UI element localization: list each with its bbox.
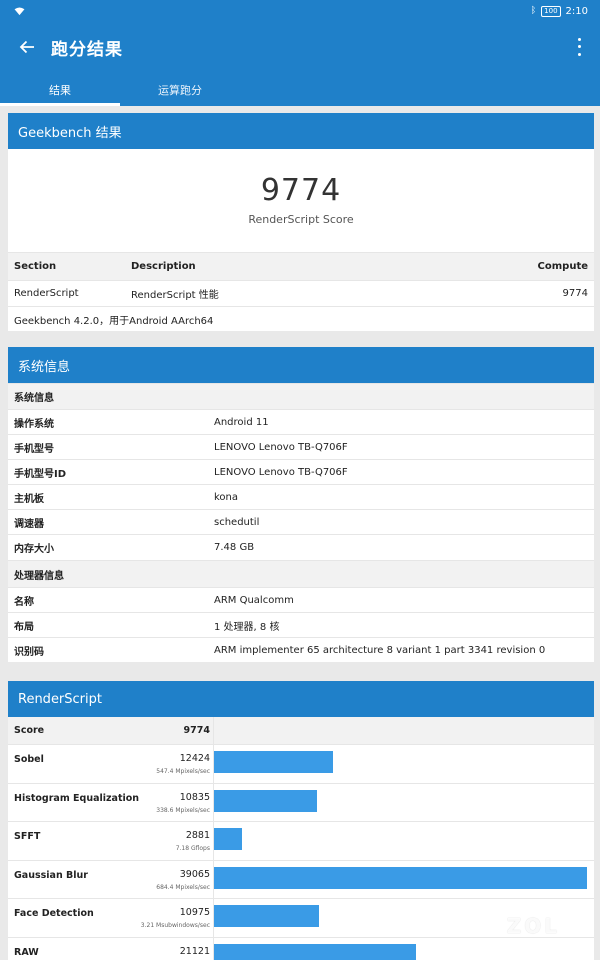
clock: 2:10 bbox=[565, 5, 588, 17]
benchmark-name: Gaussian Blur bbox=[14, 869, 88, 881]
status-bar: ᛒ 100 2:10 bbox=[0, 0, 600, 22]
benchmark-name: Sobel bbox=[14, 754, 44, 765]
app-bar: ᛒ 100 2:10 跑分结果 结果 运算跑分 bbox=[0, 0, 600, 106]
info-row-memory: 内存大小 7.48 GB bbox=[8, 534, 594, 560]
score-bar bbox=[214, 789, 317, 812]
geekbench-results-card: Geekbench 结果 9774 RenderScript Score Sec… bbox=[8, 113, 594, 331]
tab-bar: 结果 运算跑分 bbox=[0, 72, 600, 106]
benchmark-row[interactable]: Gaussian Blur 39065 684.4 Mpixels/sec bbox=[8, 859, 594, 898]
benchmark-row[interactable]: Histogram Equalization 10835 338.6 Mpixels… bbox=[8, 782, 594, 821]
info-row-cpu-layout: 布局 1 处理器, 8 核 bbox=[8, 612, 594, 637]
benchmark-throughput: 684.4 Mpixels/sec bbox=[156, 883, 210, 891]
benchmark-name: Histogram Equalization bbox=[14, 792, 140, 804]
info-row-os: 操作系统 Android 11 bbox=[8, 409, 594, 434]
info-row-governor: 调速器 schedutil bbox=[8, 509, 594, 534]
benchmark-score: 39065 bbox=[179, 868, 210, 880]
benchmark-name: SFFT bbox=[14, 831, 41, 842]
benchmark-throughput: 547.4 Mpixels/sec bbox=[156, 768, 210, 775]
benchmark-score: 10835 bbox=[179, 791, 210, 803]
group-header: 处理器信息 bbox=[8, 560, 594, 587]
info-row-cpu-id: 识别码 ARM implementer 65 architecture 8 va… bbox=[8, 637, 594, 662]
info-row-motherboard: 主机板 kona bbox=[8, 484, 594, 509]
benchmark-score: 2881 bbox=[185, 830, 210, 841]
benchmark-score: 10975 bbox=[179, 907, 210, 918]
info-row-model-id: 手机型号ID LENOVO Lenovo TB-Q706F bbox=[8, 459, 594, 484]
wifi-icon bbox=[14, 6, 25, 15]
zol-watermark: ZOL 中关村在线 bbox=[506, 914, 560, 947]
back-button[interactable] bbox=[15, 35, 39, 59]
benchmark-throughput: 338.6 Mpixels/sec bbox=[156, 806, 210, 814]
benchmark-score: 21121 bbox=[179, 945, 210, 957]
system-info-card: 系统信息 系统信息 操作系统 Android 11 手机型号 LENOVO Le… bbox=[8, 347, 594, 662]
benchmark-row[interactable]: SFFT 2881 7.18 Gflops bbox=[8, 821, 594, 860]
benchmark-name: RAW bbox=[14, 946, 39, 958]
benchmark-throughput: 3.21 Msubwindows/sec bbox=[140, 922, 210, 929]
version-footer: Geekbench 4.2.0，用于Android AArch64 bbox=[8, 306, 594, 331]
score-bar bbox=[214, 905, 319, 927]
benchmark-score: 12424 bbox=[179, 753, 210, 764]
page-title: 跑分结果 bbox=[51, 39, 123, 60]
table-row[interactable]: RenderScript RenderScript 性能 9774 bbox=[8, 280, 594, 306]
more-options-icon[interactable] bbox=[574, 36, 584, 58]
score-bar bbox=[214, 751, 333, 773]
score-display: 9774 RenderScript Score bbox=[8, 149, 594, 252]
group-header: 系统信息 bbox=[8, 383, 594, 409]
battery-icon: 100 bbox=[541, 5, 561, 17]
total-score: 9774 bbox=[260, 173, 342, 208]
score-row: Score 9774 bbox=[8, 717, 594, 744]
benchmark-throughput: 7.18 Gflops bbox=[175, 845, 210, 852]
tab-compute-benchmark[interactable]: 运算跑分 bbox=[120, 72, 240, 106]
benchmark-name: Face Detection bbox=[14, 908, 94, 919]
card-header: RenderScript bbox=[8, 681, 594, 717]
info-row-cpu-name: 名称 ARM Qualcomm bbox=[8, 587, 594, 612]
score-bar bbox=[214, 828, 242, 850]
card-header: 系统信息 bbox=[8, 347, 594, 383]
bluetooth-icon: ᛒ bbox=[530, 6, 537, 16]
table-header: Section Description Compute bbox=[8, 252, 594, 280]
toolbar: 跑分结果 bbox=[0, 22, 600, 72]
arrow-left-icon bbox=[19, 40, 34, 54]
tab-results[interactable]: 结果 bbox=[0, 72, 120, 106]
benchmark-row[interactable]: Sobel 12424 547.4 Mpixels/sec bbox=[8, 744, 594, 783]
score-label: RenderScript Score bbox=[248, 213, 354, 226]
score-bar bbox=[214, 866, 587, 889]
card-header: Geekbench 结果 bbox=[8, 113, 594, 149]
info-row-model: 手机型号 LENOVO Lenovo TB-Q706F bbox=[8, 434, 594, 459]
score-bar bbox=[214, 943, 416, 960]
